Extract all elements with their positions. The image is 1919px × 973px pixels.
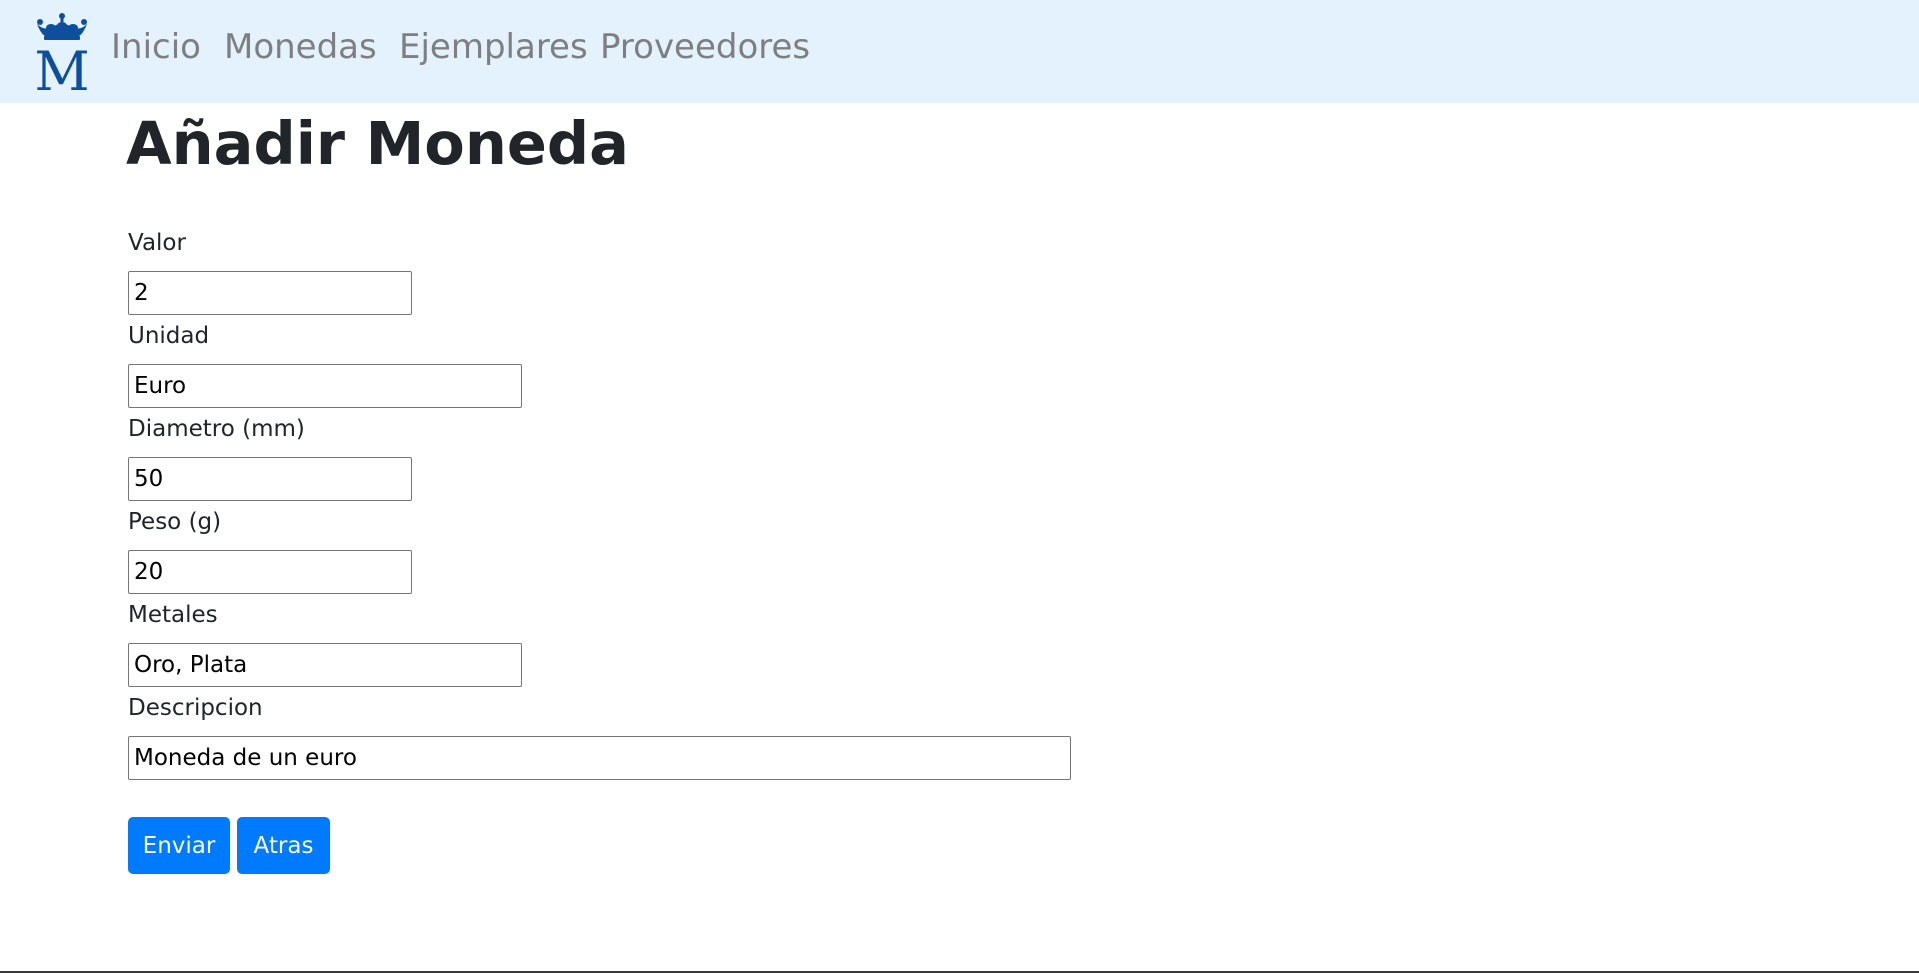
descripcion-input[interactable] <box>128 736 1071 780</box>
page-title: Añadir Moneda <box>126 109 629 178</box>
nav-link-proveedores[interactable]: Proveedores <box>600 24 810 70</box>
valor-input[interactable] <box>128 271 412 315</box>
fnmt-crown-logo-icon[interactable]: M <box>31 12 93 92</box>
atras-button[interactable]: Atras <box>237 817 330 874</box>
peso-input[interactable] <box>128 550 412 594</box>
metales-input[interactable] <box>128 643 522 687</box>
peso-label: Peso (g) <box>128 509 222 535</box>
nav-link-monedas[interactable]: Monedas <box>224 24 377 70</box>
unidad-label: Unidad <box>128 323 210 349</box>
enviar-button[interactable]: Enviar <box>128 817 230 874</box>
descripcion-label: Descripcion <box>128 695 263 721</box>
nav-link-ejemplares[interactable]: Ejemplares <box>399 24 588 70</box>
unidad-input[interactable] <box>128 364 522 408</box>
nav-link-inicio[interactable]: Inicio <box>111 24 201 70</box>
logo-letter: M <box>34 40 89 92</box>
valor-label: Valor <box>128 230 186 256</box>
metales-label: Metales <box>128 602 218 628</box>
diametro-input[interactable] <box>128 457 412 501</box>
navbar: M Inicio Monedas Ejemplares Proveedores <box>0 0 1919 103</box>
diametro-label: Diametro (mm) <box>128 416 305 442</box>
